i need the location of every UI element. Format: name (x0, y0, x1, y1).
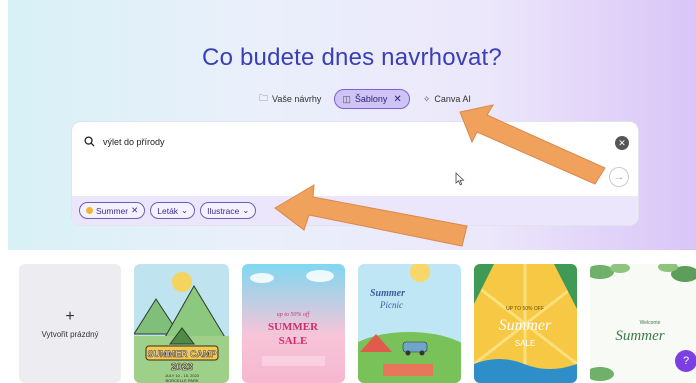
folder-icon: 🗀 (259, 93, 269, 103)
template-grid: + Vytvořit prázdný SUMMER CAMP 2023 JULY… (0, 264, 696, 383)
close-icon[interactable]: ✕ (393, 94, 401, 105)
search-row: výlet do přírody (84, 136, 165, 147)
template-text: SUMMER CAMP (148, 349, 217, 359)
annotation-arrow-right (459, 104, 606, 185)
sun-icon (86, 207, 93, 214)
template-text: Summer (370, 288, 405, 299)
chip-label: Leták (157, 205, 179, 216)
tab-your-designs[interactable]: 🗀 Vaše návrhy (252, 89, 328, 109)
page-title: Co budete dnes navrhovat? (202, 44, 502, 71)
clear-search-button[interactable]: ✕ (615, 136, 629, 150)
filter-chip-summer[interactable]: Summer ✕ (79, 202, 146, 219)
chip-label: Summer (96, 205, 129, 216)
tab-bar: 🗀 Vaše návrhy ◫ Šablony ✕ ✧ Canva AI (252, 89, 478, 109)
template-summer-sale[interactable]: up to 50% off SUMMER SALE (242, 264, 345, 383)
filter-chip-ilustrace[interactable]: Ilustrace ⌄ (200, 202, 257, 219)
tab-templates[interactable]: ◫ Šablony ✕ (334, 89, 410, 109)
template-text: Picnic (379, 300, 403, 310)
template-summer-picnic[interactable]: Summer Picnic (358, 264, 461, 383)
template-text: BORCELLE PARK (165, 378, 198, 383)
template-text: SUMMER (268, 321, 319, 333)
template-summer-sale-2[interactable]: UP TO 50% OFF Summer SALE (474, 264, 577, 383)
help-button[interactable]: ? (675, 350, 696, 372)
close-icon[interactable]: ✕ (131, 205, 138, 216)
template-text: Summer (499, 317, 552, 334)
template-text: SALE (279, 335, 308, 347)
tab-label: Šablony (354, 94, 388, 104)
chevron-down-icon: ⌄ (181, 205, 189, 215)
create-blank-label: Vytvořit prázdný (41, 330, 99, 339)
template-text: Summer (615, 328, 664, 344)
plus-icon: + (65, 308, 75, 325)
annotation-arrow-left (274, 184, 468, 247)
filter-chip-letak[interactable]: Leták ⌄ (150, 202, 196, 219)
template-text: up to 50% off (277, 311, 311, 318)
template-text: UP TO 50% OFF (506, 306, 544, 312)
template-icon: ◫ (342, 93, 351, 104)
template-text: SALE (515, 339, 535, 348)
chevron-down-icon: ⌄ (242, 205, 250, 215)
template-summer-camp[interactable]: SUMMER CAMP 2023 JULY 10 - 15, 2023 BORC… (134, 264, 229, 383)
chip-label: Ilustrace (207, 205, 240, 216)
create-blank-button[interactable]: + Vytvořit prázdný (19, 264, 121, 383)
search-icon (84, 136, 95, 147)
template-text: Welcome (640, 320, 661, 326)
tab-label: Vaše návrhy (272, 94, 322, 104)
template-text: 2023 (171, 362, 194, 373)
sparkle-icon: ✧ (422, 93, 431, 104)
search-input[interactable]: výlet do přírody (103, 137, 165, 147)
